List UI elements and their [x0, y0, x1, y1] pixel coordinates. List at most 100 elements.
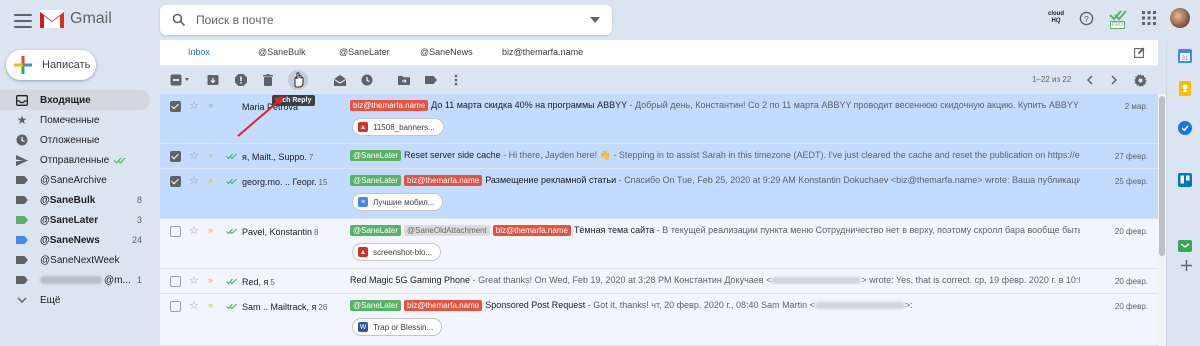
label-chip[interactable]: @SaneLater — [350, 300, 402, 311]
sidebar-item-sanebulk[interactable]: @SaneBulk 8 — [0, 190, 150, 210]
label-chip[interactable]: @SaneLater — [350, 225, 402, 236]
sidebar-item-starred[interactable]: ★ Помеченные — [0, 110, 150, 130]
batch-reply-icon[interactable] — [288, 70, 308, 90]
row-checkbox[interactable] — [170, 301, 181, 312]
cloudhq-icon[interactable]: cloud HQ — [1047, 11, 1065, 25]
keep-icon[interactable] — [1177, 80, 1193, 96]
main-menu-icon[interactable] — [14, 12, 32, 30]
tab-inbox[interactable]: Inbox — [188, 47, 210, 57]
sidebar-item-label: @SaneNextWeek — [40, 254, 120, 266]
gmail-logo[interactable]: Gmail — [40, 10, 112, 28]
email-row[interactable]: ☆ » я, Mailt., Suppo. 7 @SaneLater Reset s… — [160, 144, 1158, 169]
tab-sanelater[interactable]: @SaneLater — [339, 47, 390, 57]
older-page-icon[interactable] — [1106, 72, 1122, 88]
search-options-icon[interactable] — [590, 17, 600, 23]
search-input[interactable] — [196, 13, 590, 27]
email-row[interactable]: ☆ » Pavel, Konstantin 8 @SaneLater @SaneOl… — [160, 219, 1158, 269]
star-icon[interactable]: ☆ — [189, 149, 199, 162]
settings-gear-icon[interactable] — [1132, 72, 1148, 88]
sidebar-item-label: Отложенные — [40, 134, 100, 146]
attachment-name: Лучшие мобил... — [373, 197, 435, 207]
star-icon[interactable]: ☆ — [189, 174, 199, 187]
label-chip[interactable]: @SaneLater — [350, 150, 402, 161]
tab-sanebulk[interactable]: @SaneBulk — [258, 47, 306, 57]
attachment-chip[interactable]: W Trap or Blessin... — [352, 318, 443, 336]
sidebar-item-inbox[interactable]: Входящие — [0, 90, 150, 110]
edit-tabs-icon[interactable] — [1134, 47, 1145, 58]
tasks-icon[interactable] — [1177, 120, 1193, 136]
sidebar-item-sent[interactable]: Отправленные — [0, 150, 150, 170]
email-date: 2 мар. — [1124, 102, 1148, 111]
redacted-email — [771, 277, 862, 285]
attachment-chip[interactable]: ≡ Лучшие мобил... — [352, 193, 444, 211]
double-check-icon — [226, 303, 237, 310]
redacted-text — [40, 276, 102, 284]
compose-label: Написать — [42, 59, 91, 71]
importance-marker-icon[interactable]: » — [208, 175, 213, 185]
label-chip[interactable]: biz@themarfa.name — [404, 175, 483, 186]
sidebar-item-sanelater[interactable]: @SaneLater 3 — [0, 210, 150, 230]
importance-marker-icon[interactable]: » — [208, 100, 213, 110]
apps-grid-icon[interactable] — [1142, 11, 1156, 25]
importance-marker-icon[interactable]: » — [208, 150, 213, 160]
sidebar-item-account-label[interactable]: @m... 1 — [0, 270, 150, 290]
label-as-icon[interactable] — [423, 72, 439, 88]
tab-sanenews[interactable]: @SaneNews — [420, 47, 473, 57]
newer-page-icon[interactable] — [1082, 72, 1098, 88]
star-icon[interactable]: ☆ — [189, 224, 199, 237]
label-chip[interactable]: biz@themarfa.name — [404, 300, 483, 311]
unread-count: 24 — [131, 235, 142, 245]
move-to-icon[interactable] — [396, 72, 412, 88]
sidebar-item-more[interactable]: Ещё — [0, 290, 150, 310]
star-icon[interactable]: ☆ — [189, 274, 199, 287]
mark-read-icon[interactable] — [332, 72, 348, 88]
row-checkbox[interactable] — [170, 151, 181, 162]
double-check-icon — [226, 278, 237, 285]
email-row[interactable]: ☆ » Red, я5 Red Magic 5G Gaming Phone - … — [160, 269, 1158, 294]
row-checkbox[interactable] — [170, 101, 181, 112]
snooze-icon[interactable] — [359, 72, 375, 88]
row-checkbox[interactable] — [170, 226, 181, 237]
select-all-checkbox[interactable] — [170, 72, 192, 88]
sender-name: я, Mailt., Suppo. 7 — [242, 152, 314, 162]
sidebar-item-snoozed[interactable]: Отложенные — [0, 130, 150, 150]
label-chip[interactable]: @SaneOldAttachment — [404, 225, 490, 236]
snippet: - Great thanks! On Wed, Feb 19, 2020 at … — [470, 275, 772, 285]
scrollbar-thumb[interactable] — [1159, 96, 1165, 256]
sidebar-item-sanenews[interactable]: @SaneNews 24 — [0, 230, 150, 250]
importance-marker-icon[interactable]: » — [208, 275, 213, 285]
tab-biz[interactable]: biz@themarfa.name — [502, 47, 583, 57]
archive-icon[interactable] — [205, 72, 221, 88]
report-spam-icon[interactable] — [233, 72, 249, 88]
scrollbar[interactable] — [1158, 94, 1166, 346]
importance-marker-icon[interactable]: » — [208, 300, 213, 310]
trello-icon[interactable] — [1177, 172, 1193, 188]
label-chip[interactable]: biz@themarfa.name — [492, 225, 571, 236]
mailtrack-pro-icon[interactable]: PRO — [1108, 8, 1128, 29]
row-checkbox[interactable] — [170, 176, 181, 187]
sidebar-item-label: Отправленные — [40, 154, 110, 166]
search-bar[interactable] — [160, 5, 612, 35]
attachment-chip[interactable]: ▲ 11508_banners... — [352, 118, 444, 136]
sidebar-item-sanearchive[interactable]: @SaneArchive — [0, 170, 150, 190]
help-icon[interactable]: ? — [1079, 11, 1094, 26]
sidebar-item-sanenextweek[interactable]: @SaneNextWeek — [0, 250, 150, 270]
avatar[interactable] — [1170, 8, 1190, 28]
search-icon[interactable] — [172, 13, 186, 27]
star-icon[interactable]: ☆ — [189, 99, 199, 112]
row-checkbox[interactable] — [170, 276, 181, 287]
label-chip[interactable]: @SaneLater — [350, 175, 402, 186]
compose-button[interactable]: Написать — [6, 50, 96, 80]
more-options-icon[interactable] — [448, 72, 464, 88]
attachment-chip[interactable]: ▲ screenshot-blo... — [352, 243, 442, 261]
delete-icon[interactable] — [260, 72, 276, 88]
email-row[interactable]: ☆ » Sam .. Mailtrack, я 26 @SaneLater biz@… — [160, 294, 1158, 346]
image-file-icon: ▲ — [358, 122, 368, 132]
importance-marker-icon[interactable]: » — [208, 225, 213, 235]
label-chip[interactable]: biz@themarfa.name — [350, 100, 429, 111]
add-addon-icon[interactable] — [1178, 247, 1194, 271]
star-icon[interactable]: ☆ — [189, 299, 199, 312]
plus-icon — [14, 56, 32, 74]
email-row[interactable]: ☆ » georg.mo. .. Георг. 15 @SaneLater biz@… — [160, 169, 1158, 219]
calendar-icon[interactable]: 31 — [1177, 48, 1193, 64]
